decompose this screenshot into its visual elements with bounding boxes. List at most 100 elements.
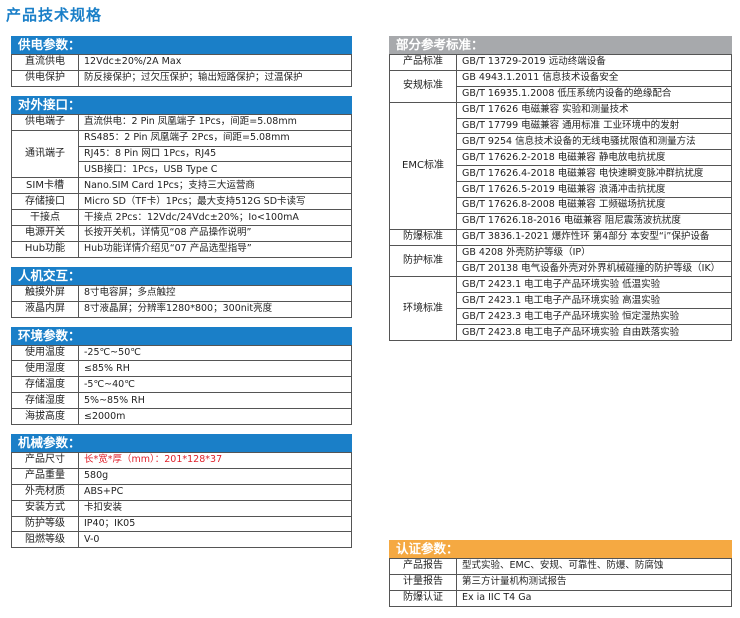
spec-value: 12Vdc±20%/2A Max	[78, 54, 352, 71]
spec-value: -25℃~50℃	[78, 344, 352, 362]
spec-value: Ex ia IIC T4 Ga	[456, 589, 732, 607]
spec-key: 安装方式	[11, 499, 79, 517]
spec-section: 部分参考标准： 产品标准 GB/T 13729-2019 远动终端设备 安规标准 GB …	[389, 36, 732, 342]
spec-value: GB/T 17626 电磁兼容 实验和测量技术	[456, 101, 732, 119]
spec-key: 供电端子	[11, 113, 79, 131]
spec-key: 存储温度	[11, 376, 79, 394]
table-row: 产品标准 GB/T 13729-2019 远动终端设备	[389, 54, 732, 71]
spec-value: -5℃~40℃	[78, 376, 352, 394]
spec-value: 干接点 2Pcs：12Vdc/24Vdc±20%；Io<100mA	[78, 209, 352, 227]
table-row: 安规标准 GB 4943.1.2011 信息技术设备安全	[389, 69, 732, 103]
spec-section: 对外接口： 供电端子 直流供电：2 Pin 凤凰端子 1Pcs，间距=5.08mm 通…	[11, 95, 352, 258]
table-row: 电源开关 长按开关机，详情见“08 产品操作说明”	[11, 225, 352, 242]
spec-value: 第三方计量机构测试报告	[456, 573, 732, 591]
table-row: 产品报告 型式实验、EMC、安规、可靠性、防爆、防腐蚀	[389, 558, 732, 575]
spec-section: 环境参数： 使用温度 -25℃~50℃ 使用湿度 ≤85% RH 存储温度 -5℃~40℃ 存…	[11, 326, 352, 426]
spec-value: GB 4208 外壳防护等级（IP）	[456, 244, 732, 262]
spec-value: Micro SD（TF卡）1Pcs；最大支持512G SD卡读写	[78, 193, 352, 211]
table-row: 使用湿度 ≤85% RH	[11, 360, 352, 378]
table-row: 安装方式 卡扣安装	[11, 499, 352, 517]
section-title: 供电参数：	[11, 36, 352, 54]
spec-value: 型式实验、EMC、安规、可靠性、防爆、防腐蚀	[456, 558, 732, 575]
spec-value: Nano.SIM Card 1Pcs；支持三大运营商	[78, 177, 352, 195]
spec-value: GB/T 13729-2019 远动终端设备	[456, 54, 732, 71]
spec-value: GB/T 17799 电磁兼容 通用标准 工业环境中的发射	[456, 117, 732, 135]
right-column: 部分参考标准： 产品标准 GB/T 13729-2019 远动终端设备 安规标准 GB …	[389, 36, 732, 607]
table-row: 防护等级 IP40；IK05	[11, 515, 352, 533]
spec-key: 使用温度	[11, 344, 79, 362]
table-row: 存储湿度 5%~85% RH	[11, 392, 352, 410]
table-row: 海拔高度 ≤2000m	[11, 408, 352, 426]
table-row: Hub功能 Hub功能详情介绍见“07 产品选型指导”	[11, 240, 352, 258]
section-title: 人机交互：	[11, 266, 352, 285]
section-title: 环境参数：	[11, 326, 352, 345]
spec-key: 安规标准	[389, 69, 457, 103]
spec-table: 供电端子 直流供电：2 Pin 凤凰端子 1Pcs，间距=5.08mm 通讯端子 RS…	[11, 113, 352, 258]
spec-value: RS485：2 Pin 凤凰端子 2Pcs，间距=5.08mm	[78, 129, 352, 147]
table-row: 供电保护 防反接保护；过欠压保护；输出短路保护；过温保护	[11, 69, 352, 87]
spec-value: IP40；IK05	[78, 515, 352, 533]
spec-key: SIM卡槽	[11, 177, 79, 195]
table-row: 防护标准 GB 4208 外壳防护等级（IP）	[389, 244, 732, 278]
spec-key: 海拔高度	[11, 408, 79, 426]
spec-key: 防护标准	[389, 244, 457, 278]
left-column: 供电参数： 直流供电 12Vdc±20%/2A Max 供电保护 防反接保护；过欠压保护…	[11, 36, 352, 557]
spec-key: 触摸外屏	[11, 284, 79, 302]
table-row: 液晶内屏 8寸液晶屏；分辨率1280*800；300nit亮度	[11, 300, 352, 318]
spec-value: ≤2000m	[78, 408, 352, 426]
spec-value: 卡扣安装	[78, 499, 352, 517]
spec-section: 机械参数： 产品尺寸 长*宽*厚（mm）：201*128*37 产品重量 580g 外壳材…	[11, 434, 352, 549]
spec-value: V-0	[78, 531, 352, 549]
table-row: 产品尺寸 长*宽*厚（mm）：201*128*37	[11, 452, 352, 469]
page-title: 产品技术规格	[6, 6, 103, 24]
section-title: 认证参数：	[389, 540, 732, 558]
spec-value: 8寸电容屏；多点触控	[78, 284, 352, 302]
spec-table: 使用温度 -25℃~50℃ 使用湿度 ≤85% RH 存储温度 -5℃~40℃ 存储湿度 5%…	[11, 344, 352, 426]
table-row: EMC标准 GB/T 17626 电磁兼容 实验和测量技术	[389, 101, 732, 230]
section-title: 部分参考标准：	[389, 36, 732, 54]
table-row: SIM卡槽 Nano.SIM Card 1Pcs；支持三大运营商	[11, 177, 352, 195]
spec-section: 供电参数： 直流供电 12Vdc±20%/2A Max 供电保护 防反接保护；过欠压保护…	[11, 36, 352, 87]
spec-table: 直流供电 12Vdc±20%/2A Max 供电保护 防反接保护；过欠压保护；输出短路…	[11, 54, 352, 87]
spec-key: 防爆认证	[389, 589, 457, 607]
spec-value: ≤85% RH	[78, 360, 352, 378]
spec-value: 防反接保护；过欠压保护；输出短路保护；过温保护	[78, 69, 352, 87]
table-row: 存储温度 -5℃~40℃	[11, 376, 352, 394]
spec-value: GB/T 17626.4-2018 电磁兼容 电快速瞬变脉冲群抗扰度	[456, 165, 732, 183]
spec-key: 产品尺寸	[11, 452, 79, 469]
spec-table: 触摸外屏 8寸电容屏；多点触控 液晶内屏 8寸液晶屏；分辨率1280*800；300n…	[11, 284, 352, 318]
spec-value: GB/T 3836.1-2021 爆炸性环 第4部分 本安型“i”保护设备	[456, 228, 732, 246]
spec-table: 产品报告 型式实验、EMC、安规、可靠性、防爆、防腐蚀 计量报告 第三方计量机构测试报…	[389, 558, 732, 607]
spec-section: 人机交互： 触摸外屏 8寸电容屏；多点触控 液晶内屏 8寸液晶屏；分辨率1280*800…	[11, 266, 352, 318]
table-row: 通讯端子 RS485：2 Pin 凤凰端子 2Pcs，间距=5.08mm	[11, 129, 352, 179]
spec-table: 产品标准 GB/T 13729-2019 远动终端设备 安规标准 GB 4943.1.…	[389, 54, 732, 342]
spec-value: 长*宽*厚（mm）：201*128*37	[78, 452, 352, 469]
spec-value: 直流供电：2 Pin 凤凰端子 1Pcs，间距=5.08mm	[78, 113, 352, 131]
spec-value: RJ45：8 Pin 网口 1Pcs，RJ45	[78, 145, 352, 163]
spec-key: 外壳材质	[11, 483, 79, 501]
spec-key: Hub功能	[11, 240, 79, 258]
spec-section: 认证参数： 产品报告 型式实验、EMC、安规、可靠性、防爆、防腐蚀 计量报告 第三方计量…	[389, 540, 732, 607]
spec-key: 计量报告	[389, 573, 457, 591]
spec-value: GB/T 2423.8 电工电子产品环境实验 自由跌落实验	[456, 324, 732, 342]
section-title: 对外接口：	[11, 95, 352, 114]
spec-key: 存储湿度	[11, 392, 79, 410]
spec-value: USB接口：1Pcs，USB Type C	[78, 161, 352, 179]
spec-value: Hub功能详情介绍见“07 产品选型指导”	[78, 240, 352, 258]
table-row: 干接点 干接点 2Pcs：12Vdc/24Vdc±20%；Io<100mA	[11, 209, 352, 227]
spec-table: 产品尺寸 长*宽*厚（mm）：201*128*37 产品重量 580g 外壳材质 ABS+…	[11, 452, 352, 549]
spec-key: 通讯端子	[11, 129, 79, 179]
spec-value: 5%~85% RH	[78, 392, 352, 410]
spec-key: 产品报告	[389, 558, 457, 575]
spec-key: 存储接口	[11, 193, 79, 211]
spec-value: GB 4943.1.2011 信息技术设备安全	[456, 69, 732, 87]
table-row: 计量报告 第三方计量机构测试报告	[389, 573, 732, 591]
table-row: 存储接口 Micro SD（TF卡）1Pcs；最大支持512G SD卡读写	[11, 193, 352, 211]
table-row: 触摸外屏 8寸电容屏；多点触控	[11, 284, 352, 302]
spec-value: 长按开关机，详情见“08 产品操作说明”	[78, 225, 352, 242]
spec-value: ABS+PC	[78, 483, 352, 501]
spec-key: 防爆标准	[389, 228, 457, 246]
spec-value: GB/T 17626.2-2018 电磁兼容 静电放电抗扰度	[456, 149, 732, 167]
spec-key: 干接点	[11, 209, 79, 227]
spec-key: 环境标准	[389, 276, 457, 342]
